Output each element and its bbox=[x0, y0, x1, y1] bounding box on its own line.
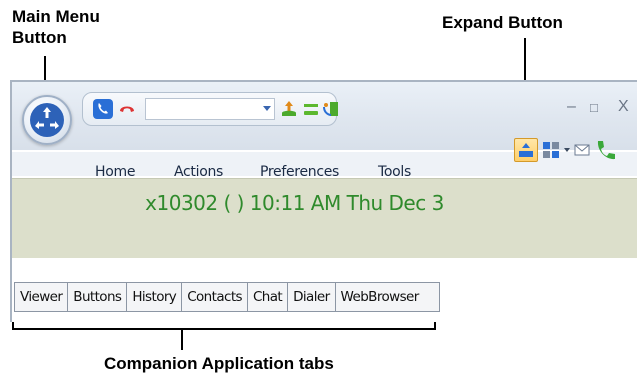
status-panel: x10302 ( ) 10:11 AM Thu Dec 3 bbox=[12, 178, 637, 258]
hangup-icon[interactable] bbox=[117, 99, 137, 119]
tab-viewer[interactable]: Viewer bbox=[15, 283, 69, 311]
expand-button[interactable] bbox=[514, 138, 538, 162]
expand-button-callout: Expand Button bbox=[442, 13, 563, 32]
transfer-icon[interactable] bbox=[321, 99, 341, 119]
layout-grid-icon[interactable] bbox=[542, 141, 560, 159]
dial-dropdown-icon[interactable] bbox=[263, 106, 271, 111]
maximize-button[interactable]: □ bbox=[590, 100, 598, 115]
minimize-button[interactable]: – bbox=[567, 98, 576, 116]
close-button[interactable]: X bbox=[618, 98, 629, 116]
tab-webbrowser[interactable]: WebBrowser bbox=[336, 283, 439, 311]
tab-dialer[interactable]: Dialer bbox=[288, 283, 336, 311]
phone-dial-icon[interactable] bbox=[93, 99, 113, 119]
layout-dropdown-icon[interactable] bbox=[564, 148, 570, 152]
mail-icon[interactable] bbox=[574, 143, 590, 157]
expand-icon bbox=[519, 143, 533, 157]
tab-buttons[interactable]: Buttons bbox=[68, 283, 128, 311]
pickup-icon[interactable] bbox=[279, 99, 299, 119]
tab-chat[interactable]: Chat bbox=[248, 283, 289, 311]
quick-access-toolbar bbox=[82, 92, 338, 126]
tabs-bracket-center bbox=[181, 330, 183, 350]
companion-tabs-callout: Companion Application tabs bbox=[104, 354, 334, 373]
park-call-icon[interactable] bbox=[301, 99, 321, 119]
tabs-bracket-bottom bbox=[12, 328, 436, 330]
app-window: – □ X Home Actions Preferences Tools x10… bbox=[10, 80, 637, 322]
dial-input[interactable] bbox=[145, 98, 275, 120]
status-text: x10302 ( ) 10:11 AM Thu Dec 3 bbox=[145, 191, 444, 215]
companion-tabs-row: Viewer Buttons History Contacts Chat Dia… bbox=[12, 277, 637, 317]
main-menu-button-callout: Main Menu Button bbox=[12, 7, 100, 47]
tab-history[interactable]: History bbox=[127, 283, 183, 311]
main-menu-button[interactable] bbox=[22, 95, 72, 145]
companion-tabs: Viewer Buttons History Contacts Chat Dia… bbox=[14, 282, 440, 312]
tab-contacts[interactable]: Contacts bbox=[182, 283, 248, 311]
phone-status-icon[interactable] bbox=[594, 138, 618, 164]
main-menu-logo-icon bbox=[30, 103, 64, 137]
